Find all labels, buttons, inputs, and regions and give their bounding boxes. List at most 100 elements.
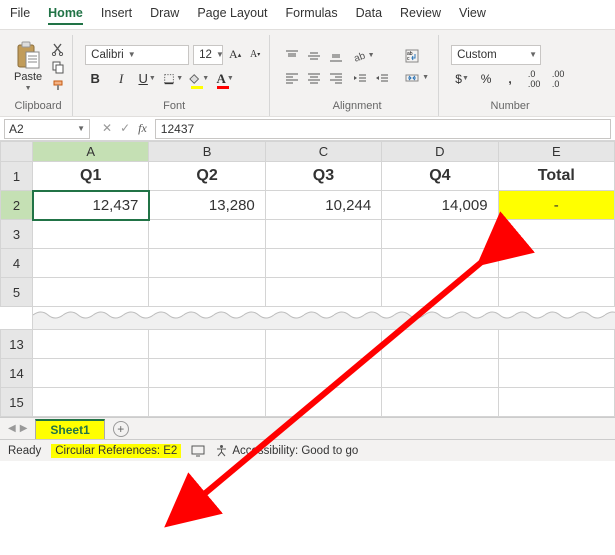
col-header-a[interactable]: A <box>33 142 149 162</box>
cell[interactable] <box>149 388 265 417</box>
cell[interactable]: 14,009 <box>382 191 498 220</box>
align-center-button[interactable] <box>304 69 324 87</box>
cell-e2[interactable]: - <box>498 191 614 220</box>
decrease-decimal-button[interactable]: .00.0 <box>547 69 569 89</box>
cell[interactable]: 10,244 <box>265 191 381 220</box>
spreadsheet-grid[interactable]: A B C D E 1 Q1 Q2 Q3 Q4 Total 2 12,437 1… <box>0 141 615 307</box>
increase-indent-button[interactable] <box>372 69 392 87</box>
accounting-format-button[interactable]: $▼ <box>451 69 473 89</box>
cell[interactable] <box>149 249 265 278</box>
cell[interactable] <box>498 278 614 307</box>
cell[interactable] <box>382 388 498 417</box>
cell[interactable] <box>498 330 614 359</box>
row-header-13[interactable]: 13 <box>1 330 33 359</box>
col-header-d[interactable]: D <box>382 142 498 162</box>
number-format-combo[interactable]: Custom▼ <box>451 45 541 65</box>
decrease-indent-button[interactable] <box>350 69 370 87</box>
cut-button[interactable] <box>50 42 66 56</box>
row-header-1[interactable]: 1 <box>1 162 33 191</box>
col-header-b[interactable]: B <box>149 142 265 162</box>
cell[interactable] <box>498 220 614 249</box>
cell[interactable] <box>149 330 265 359</box>
cell[interactable]: Total <box>498 162 614 191</box>
row-header-4[interactable]: 4 <box>1 249 33 278</box>
tab-nav-next[interactable]: ▶ <box>20 423 28 434</box>
col-header-c[interactable]: C <box>265 142 381 162</box>
italic-button[interactable]: I <box>111 69 131 89</box>
cell[interactable]: Q3 <box>265 162 381 191</box>
align-right-button[interactable] <box>326 69 346 87</box>
bold-button[interactable]: B <box>85 69 105 89</box>
cell[interactable]: Q4 <box>382 162 498 191</box>
cell[interactable] <box>265 359 381 388</box>
align-middle-button[interactable] <box>304 47 324 65</box>
cell-a2[interactable]: 12,437 <box>33 191 149 220</box>
format-painter-button[interactable] <box>50 78 66 92</box>
cell[interactable]: Q2 <box>149 162 265 191</box>
border-button[interactable]: ▼ <box>163 69 183 89</box>
row-header-2[interactable]: 2 <box>1 191 33 220</box>
cell[interactable] <box>498 249 614 278</box>
spreadsheet-grid-bottom[interactable]: 13 14 15 <box>0 329 615 417</box>
cell[interactable] <box>33 278 149 307</box>
cell[interactable]: 13,280 <box>149 191 265 220</box>
cell[interactable] <box>498 359 614 388</box>
align-top-button[interactable] <box>282 47 302 65</box>
cell[interactable] <box>33 330 149 359</box>
orientation-button[interactable]: ab▼ <box>350 47 376 65</box>
new-sheet-button[interactable]: + <box>113 421 129 437</box>
row-header-15[interactable]: 15 <box>1 388 33 417</box>
merge-center-button[interactable]: ▼ <box>402 69 432 87</box>
copy-button[interactable] <box>50 60 66 74</box>
insert-function-button[interactable]: fx <box>138 121 147 136</box>
menu-review[interactable]: Review <box>400 6 441 25</box>
percent-format-button[interactable]: % <box>475 69 497 89</box>
increase-decimal-button[interactable]: .0.00 <box>523 69 545 89</box>
cell[interactable] <box>33 220 149 249</box>
align-bottom-button[interactable] <box>326 47 346 65</box>
cell[interactable] <box>265 388 381 417</box>
cell[interactable] <box>382 220 498 249</box>
cell[interactable] <box>265 278 381 307</box>
name-box[interactable]: A2▼ <box>4 119 90 139</box>
menu-home[interactable]: Home <box>48 6 83 25</box>
cell[interactable] <box>149 278 265 307</box>
cell[interactable] <box>149 220 265 249</box>
cell[interactable] <box>149 359 265 388</box>
cell[interactable] <box>498 388 614 417</box>
menu-page-layout[interactable]: Page Layout <box>197 6 267 25</box>
underline-button[interactable]: U▼ <box>137 69 157 89</box>
cell[interactable] <box>33 359 149 388</box>
display-settings-icon[interactable] <box>191 445 205 457</box>
cell[interactable] <box>382 278 498 307</box>
paste-button[interactable]: Paste ▼ <box>10 39 46 94</box>
col-header-e[interactable]: E <box>498 142 614 162</box>
cell[interactable] <box>33 249 149 278</box>
menu-view[interactable]: View <box>459 6 486 25</box>
increase-font-button[interactable]: A▴ <box>227 46 243 64</box>
font-color-button[interactable]: A▼ <box>215 69 235 89</box>
font-name-combo[interactable]: Calibri▼ <box>85 45 189 65</box>
comma-format-button[interactable]: , <box>499 69 521 89</box>
cell[interactable] <box>382 249 498 278</box>
cell[interactable] <box>265 220 381 249</box>
menu-draw[interactable]: Draw <box>150 6 179 25</box>
cell[interactable] <box>265 330 381 359</box>
row-header-14[interactable]: 14 <box>1 359 33 388</box>
cell[interactable]: Q1 <box>33 162 149 191</box>
row-header-5[interactable]: 5 <box>1 278 33 307</box>
tab-nav-prev[interactable]: ◀ <box>8 423 16 434</box>
align-left-button[interactable] <box>282 69 302 87</box>
menu-insert[interactable]: Insert <box>101 6 132 25</box>
cell[interactable] <box>382 359 498 388</box>
formula-input[interactable]: 12437 <box>155 119 611 139</box>
fill-color-button[interactable]: ▼ <box>189 69 209 89</box>
status-accessibility[interactable]: Accessibility: Good to go <box>215 444 358 457</box>
select-all-corner[interactable] <box>1 142 33 162</box>
menu-formulas[interactable]: Formulas <box>286 6 338 25</box>
sheet-tab-sheet1[interactable]: Sheet1 <box>35 419 104 439</box>
font-size-combo[interactable]: 12▼ <box>193 45 223 65</box>
row-header-3[interactable]: 3 <box>1 220 33 249</box>
cell[interactable] <box>382 330 498 359</box>
cancel-formula-button[interactable]: ✕ <box>102 121 112 136</box>
